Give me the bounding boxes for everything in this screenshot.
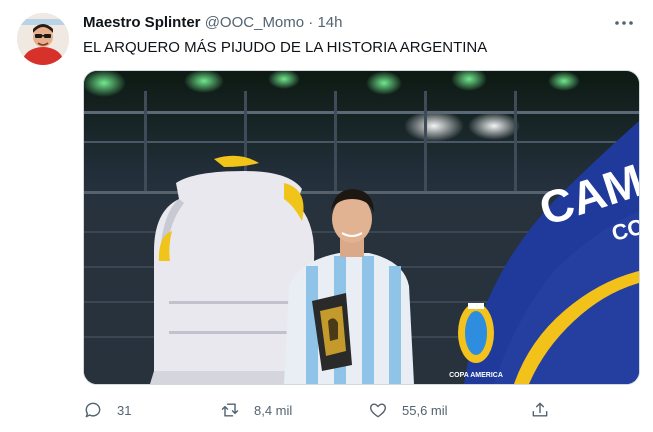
like-button[interactable]: 55,6 mil (368, 398, 448, 422)
reply-count: 31 (117, 402, 132, 418)
tweet-timestamp[interactable]: 14h (317, 14, 342, 31)
reply-icon (85, 402, 101, 418)
retweet-icon (221, 403, 239, 417)
separator-dot: · (308, 14, 314, 31)
share-button[interactable] (530, 398, 550, 422)
avatar[interactable] (17, 13, 69, 65)
author-handle[interactable]: @OOC_Momo (205, 14, 304, 31)
tweet-actions: 31 8,4 mil 55,6 mil (83, 398, 563, 422)
heart-icon (370, 403, 386, 418)
tweet-header: Maestro Splinter @OOC_Momo · 14h (83, 13, 613, 33)
reply-button[interactable]: 31 (83, 398, 131, 422)
share-icon (532, 402, 548, 417)
tweet-text: EL ARQUERO MÁS PIJUDO DE LA HISTORIA ARG… (83, 39, 488, 56)
tweet-media[interactable]: CAM CO COPA AMERICA (83, 70, 640, 385)
retweet-button[interactable]: 8,4 mil (220, 398, 292, 422)
more-dots-icon (615, 21, 633, 25)
media-photo: CAM CO COPA AMERICA (84, 71, 639, 384)
avatar-image (17, 13, 69, 65)
more-button[interactable] (613, 14, 635, 32)
logo-text: COPA AMERICA (449, 372, 503, 379)
like-count: 55,6 mil (402, 402, 448, 418)
retweet-count: 8,4 mil (254, 402, 293, 418)
author-name[interactable]: Maestro Splinter (83, 14, 201, 31)
tweet-card[interactable]: Maestro Splinter @OOC_Momo · 14h EL ARQU… (0, 0, 653, 432)
